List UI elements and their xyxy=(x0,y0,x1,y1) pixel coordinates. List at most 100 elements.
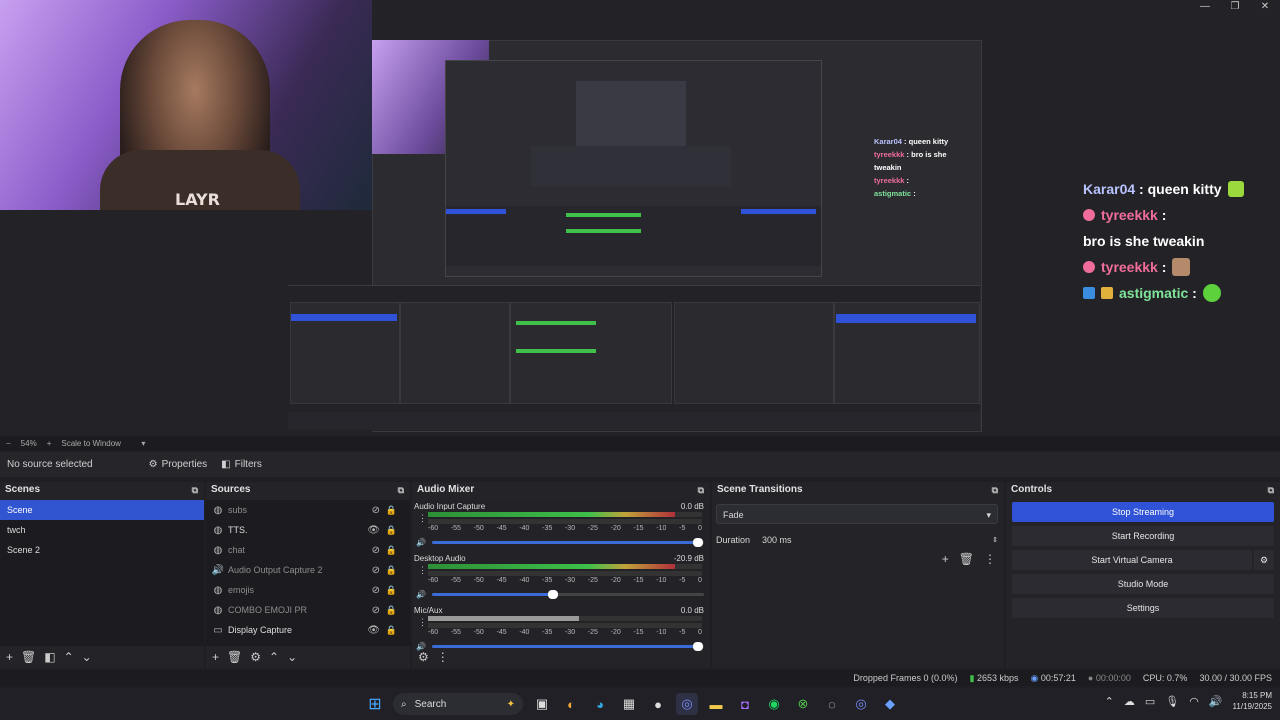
store-icon[interactable]: ▦ xyxy=(618,693,640,715)
trash-icon[interactable]: 🗑 xyxy=(959,552,974,566)
source-item[interactable]: ◍ emojis ⊘ 🔒 xyxy=(206,580,410,600)
speaker-icon[interactable]: 🔊 xyxy=(416,538,426,547)
app-icon[interactable]: ● xyxy=(647,693,669,715)
eye-hidden-icon[interactable]: ⊘ xyxy=(372,605,380,616)
stepper-icon[interactable]: ⇕ xyxy=(992,536,998,544)
add-transition-button[interactable]: + xyxy=(942,552,949,566)
source-item[interactable]: 🔊 Audio Output Capture 2 ⊘ 🔒 xyxy=(206,560,410,580)
clock[interactable]: 8:15 PM 11/19/2025 xyxy=(1233,690,1272,712)
add-source-button[interactable]: + xyxy=(212,650,219,664)
xbox-icon[interactable]: ⊗ xyxy=(792,693,814,715)
eye-hidden-icon[interactable]: ⊘ xyxy=(372,585,380,596)
move-up-icon[interactable]: ⌃ xyxy=(64,650,74,664)
trash-icon[interactable]: 🗑 xyxy=(21,650,36,664)
eye-icon[interactable]: 👁 xyxy=(367,525,380,536)
channel-menu-icon[interactable]: ⋮ xyxy=(418,617,427,628)
undock-icon[interactable]: ⧉ xyxy=(698,482,704,498)
source-item[interactable]: ◍ COMBO EMOJI PR ⊘ 🔒 xyxy=(206,600,410,620)
add-scene-button[interactable]: + xyxy=(6,650,13,664)
studio-mode-button[interactable]: Studio Mode xyxy=(1012,574,1274,594)
source-item[interactable]: ▭ Display Capture 👁 🔒 xyxy=(206,620,410,640)
scale-tick: -15 xyxy=(633,577,644,584)
discord-icon[interactable]: ◎ xyxy=(850,693,872,715)
lock-icon[interactable]: 🔒 xyxy=(386,605,397,616)
gear-icon[interactable]: ⚙ xyxy=(1254,550,1274,570)
lock-icon[interactable]: 🔒 xyxy=(386,505,397,516)
spotify-icon[interactable]: ◉ xyxy=(763,693,785,715)
filter-icon[interactable]: ◧ xyxy=(44,650,55,664)
nested-obs-window xyxy=(445,60,822,277)
zoom-out-button[interactable]: − xyxy=(6,439,11,448)
start-virtual-camera-button[interactable]: Start Virtual Camera xyxy=(1012,550,1252,570)
lock-icon[interactable]: 🔒 xyxy=(386,565,397,576)
undock-icon[interactable]: ⧉ xyxy=(192,482,198,498)
chrome-icon[interactable]: ◐ xyxy=(560,693,582,715)
maximize-button[interactable]: ❐ xyxy=(1220,0,1250,14)
transition-select[interactable]: Fade ▾ xyxy=(716,504,998,524)
volume-slider[interactable] xyxy=(431,589,704,599)
filters-button[interactable]: ◧ Filters xyxy=(221,459,262,470)
move-up-icon[interactable]: ⌃ xyxy=(269,650,279,664)
chevron-up-icon[interactable]: ⌃ xyxy=(1105,695,1114,708)
edge-icon[interactable]: ◕ xyxy=(589,693,611,715)
app-icon[interactable]: ▭ xyxy=(1145,695,1155,708)
windows-start-icon[interactable]: ⊞ xyxy=(364,693,386,715)
more-options-icon[interactable]: ⋮ xyxy=(984,552,996,566)
chevron-down-icon[interactable]: ▾ xyxy=(141,439,145,448)
eye-hidden-icon[interactable]: ⊘ xyxy=(372,545,380,556)
more-options-icon[interactable]: ⋮ xyxy=(437,650,449,664)
microphone-icon[interactable]: 🎙 xyxy=(1165,695,1179,708)
settings-button[interactable]: Settings xyxy=(1012,598,1274,618)
slider-knob[interactable] xyxy=(548,589,559,599)
discord-icon[interactable]: ◎ xyxy=(676,693,698,715)
scene-item[interactable]: Scene 2 xyxy=(0,540,204,560)
lock-icon[interactable]: 🔒 xyxy=(386,525,397,536)
browser-source-icon: ◍ xyxy=(213,544,223,556)
eye-icon[interactable]: 👁 xyxy=(367,625,380,636)
channel-menu-icon[interactable]: ⋮ xyxy=(418,513,427,524)
volume-slider[interactable] xyxy=(431,537,704,547)
browser-source-icon: ◍ xyxy=(213,504,223,516)
move-down-icon[interactable]: ⌄ xyxy=(82,650,92,664)
close-button[interactable]: ✕ xyxy=(1250,0,1280,14)
scene-item[interactable]: Scene xyxy=(0,500,204,520)
gear-icon[interactable]: ⚙ xyxy=(250,650,261,664)
eye-hidden-icon[interactable]: ⊘ xyxy=(372,565,380,576)
app-icon[interactable]: ◆ xyxy=(879,693,901,715)
zoom-in-button[interactable]: + xyxy=(47,439,52,448)
source-item[interactable]: ◍ subs ⊘ 🔒 xyxy=(206,500,410,520)
browser-source-icon: ◍ xyxy=(213,584,223,596)
minimize-button[interactable]: — xyxy=(1190,0,1220,14)
volume-icon[interactable]: 🔊 xyxy=(1209,695,1223,708)
source-item[interactable]: ◍ TTS. 👁 🔒 xyxy=(206,520,410,540)
task-view-icon[interactable]: ▣ xyxy=(531,693,553,715)
lock-icon[interactable]: 🔒 xyxy=(386,625,397,636)
mixer-settings-icon[interactable]: ⚙ xyxy=(418,650,429,664)
duration-input[interactable]: 300 ms xyxy=(762,535,992,545)
stop-streaming-button[interactable]: Stop Streaming xyxy=(1012,502,1274,522)
move-down-icon[interactable]: ⌄ xyxy=(287,650,297,664)
scale-tick: -45 xyxy=(496,525,507,532)
speaker-icon[interactable]: 🔊 xyxy=(416,590,426,599)
slider-knob[interactable] xyxy=(692,537,703,547)
trash-icon[interactable]: 🗑 xyxy=(227,650,242,664)
undock-icon[interactable]: ⧉ xyxy=(1268,482,1274,498)
start-recording-button[interactable]: Start Recording xyxy=(1012,526,1274,546)
properties-button[interactable]: ⚙ Properties xyxy=(149,459,208,470)
twitch-icon[interactable]: ◘ xyxy=(734,693,756,715)
wifi-icon[interactable]: ◠ xyxy=(1189,695,1199,708)
lock-icon[interactable]: 🔒 xyxy=(386,545,397,556)
undock-icon[interactable]: ⧉ xyxy=(992,482,998,498)
lock-icon[interactable]: 🔒 xyxy=(386,585,397,596)
obs-icon[interactable]: ◌ xyxy=(821,693,843,715)
cloud-icon[interactable]: ☁ xyxy=(1124,695,1135,708)
folder-icon[interactable]: ▬ xyxy=(705,693,727,715)
eye-hidden-icon[interactable]: ⊘ xyxy=(372,505,380,516)
channel-menu-icon[interactable]: ⋮ xyxy=(418,565,427,576)
scale-mode-select[interactable]: Scale to Window xyxy=(61,439,131,448)
scale-tick: -50 xyxy=(473,577,484,584)
taskbar-search[interactable]: ⌕ Search ✦ xyxy=(393,693,523,715)
scene-item[interactable]: twch xyxy=(0,520,204,540)
undock-icon[interactable]: ⧉ xyxy=(398,482,404,498)
source-item[interactable]: ◍ chat ⊘ 🔒 xyxy=(206,540,410,560)
